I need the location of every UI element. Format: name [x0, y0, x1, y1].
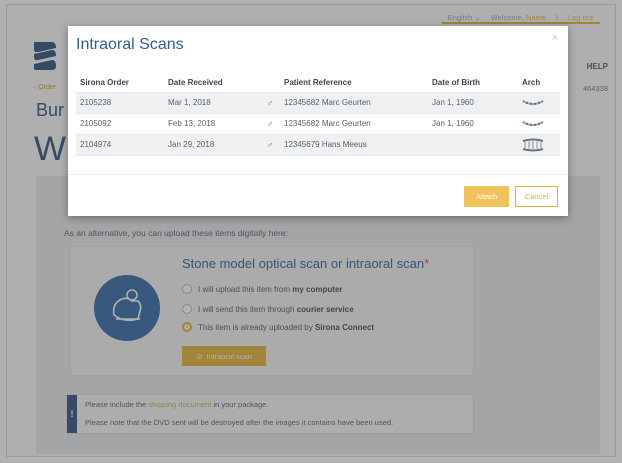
date-cell: Jan 29, 2018 [164, 133, 256, 156]
patient-cell: 12345682 Marc Geurten [280, 112, 428, 135]
column-header-dob: Date of Birth [432, 78, 480, 88]
table-row[interactable]: 2104974 Jan 29, 2018 ♂ 12345679 Hans Mee… [76, 133, 560, 156]
arch-cell [518, 91, 560, 114]
date-cell: Mar 1, 2018 [164, 91, 256, 114]
table-row[interactable]: 2105238 Mar 1, 2018 ♂ 12345682 Marc Geur… [76, 91, 560, 114]
dob-cell: Jan 1, 1960 [428, 112, 518, 135]
table-header-row: Sirona Order Date Received Patient Refer… [76, 74, 560, 92]
lower-arch-icon [522, 120, 544, 126]
order-cell: 2105092 [76, 112, 164, 135]
order-cell: 2104974 [76, 133, 164, 156]
dob-cell: Jan 1, 1960 [428, 91, 518, 114]
cancel-button[interactable]: Cancel [515, 186, 558, 207]
column-header-patient: Patient Reference [284, 78, 352, 88]
date-cell: Feb 13, 2018 [164, 112, 256, 135]
lower-arch-icon [522, 99, 544, 105]
order-cell: 2105238 [76, 91, 164, 114]
arch-cell [518, 112, 560, 135]
attach-button[interactable]: Attach [464, 186, 509, 207]
dob-cell [428, 133, 518, 156]
male-icon: ♂ [256, 112, 280, 135]
male-icon: ♂ [256, 133, 280, 156]
scans-table: Sirona Order Date Received Patient Refer… [76, 74, 560, 156]
patient-cell: 12345682 Marc Geurten [280, 91, 428, 114]
arch-cell [518, 133, 560, 156]
close-icon[interactable]: × [552, 32, 558, 44]
patient-cell: 12345679 Hans Meeus [280, 133, 428, 156]
modal-title: Intraoral Scans [76, 36, 184, 53]
column-header-order: Sirona Order [80, 78, 129, 88]
table-row[interactable]: 2105092 Feb 13, 2018 ♂ 12345682 Marc Geu… [76, 112, 560, 135]
column-header-sex [256, 74, 280, 92]
male-icon: ♂ [256, 91, 280, 114]
full-arch-icon [522, 138, 544, 151]
column-header-arch: Arch [522, 78, 541, 88]
column-header-date: Date Received [168, 78, 223, 88]
